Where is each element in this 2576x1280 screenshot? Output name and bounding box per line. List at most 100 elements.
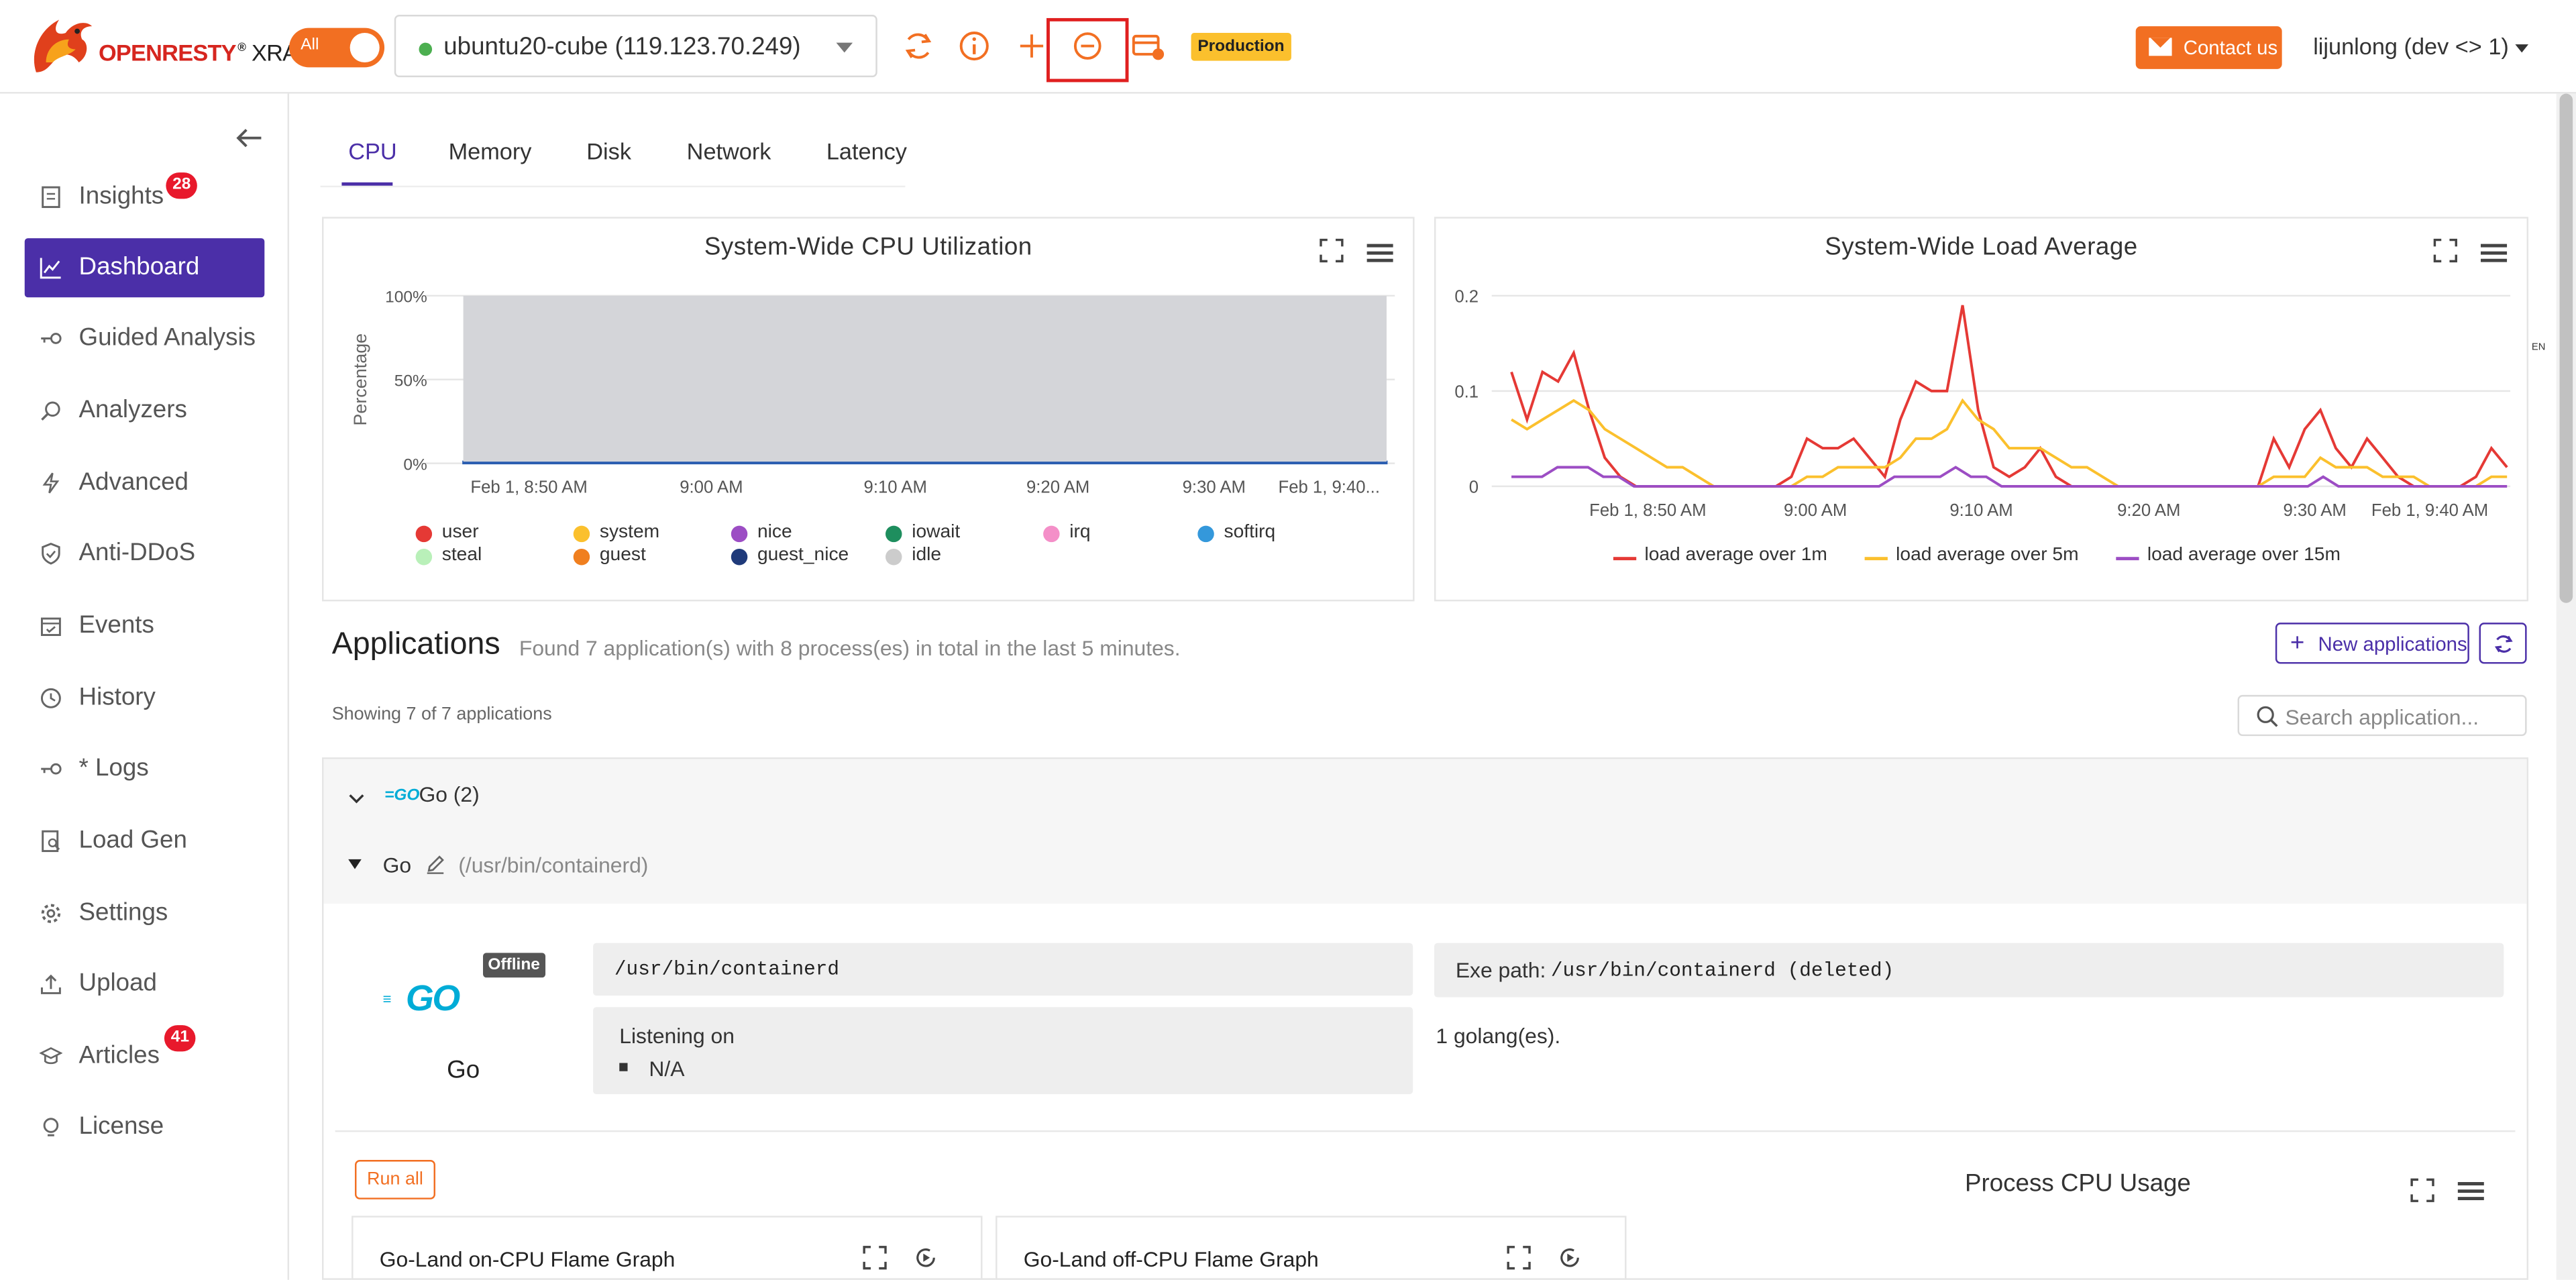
sidebar-item-events[interactable]: Events [25,596,265,655]
tab-disk[interactable]: Disk [586,138,631,164]
chevron-down-icon[interactable] [348,790,364,806]
go-gopher-icon: =GO [384,787,420,806]
user-menu[interactable]: lijunlong (dev <> 1) [2313,33,2529,59]
load-series-line [1510,305,2508,488]
info-icon[interactable] [955,26,994,66]
legend-marker-icon [731,525,748,543]
logo-wordmark: OPENRESTY [98,39,237,66]
active-tab-indicator [341,182,393,186]
app-root: OPENRESTY ® XRAY All ubuntu20-cube (119.1… [0,0,2576,1280]
sidebar-item-advanced[interactable]: Advanced [25,454,265,513]
sidebar-item-label: Articles [78,1041,160,1070]
legend-label: load average over 1m [1644,545,1827,566]
run-all-button[interactable]: Run all [354,1159,435,1199]
sidebar-item-upload[interactable]: Upload [25,955,265,1014]
new-applications-label: New applications [2318,632,2467,656]
magnifier-icon [41,401,60,421]
caret-down-icon [2515,44,2529,52]
go-group-header[interactable]: =GO Go (2) Go (/usr/bin/containerd) [323,759,2527,904]
edit-pencil-icon[interactable] [425,854,445,874]
scrollbar-thumb[interactable] [2559,93,2573,603]
file-search-icon [42,830,60,853]
legend-marker-icon [415,525,433,543]
legend-label: idle [912,545,942,566]
search-application-input[interactable]: Search application... [2237,694,2527,737]
exe-path-box: Exe path: /usr/bin/containerd (deleted) [1434,943,2504,998]
fullscreen-icon[interactable] [863,1245,888,1270]
bolt-icon [42,472,60,494]
minus-circle-icon[interactable] [1068,26,1108,66]
page-scrollbar[interactable] [2556,93,2576,1280]
sidebar-item-label: Upload [78,969,157,998]
legend-label: guest [599,545,646,566]
all-toggle[interactable]: All [289,28,385,68]
cpu-series-idle [463,295,1387,462]
sidebar-item-guided-analysis[interactable]: Guided Analysis [25,309,265,368]
sidebar-item-label: Guided Analysis [78,323,256,352]
caret-down-icon[interactable] [348,859,362,869]
sidebar-item-license[interactable]: License [25,1098,265,1157]
sidebar-item-logs[interactable]: * Logs [25,739,265,798]
collapse-sidebar-icon[interactable] [235,127,264,150]
cpu-y-tick-label: 0% [403,456,427,474]
tab-cpu[interactable]: CPU [348,138,396,164]
insights-count-badge: 28 [166,172,198,199]
offline-badge: Offline [483,953,545,978]
load-average-card: System-Wide Load Average 0.2 0.1 0 Feb 1, … [1434,217,2529,602]
host-select[interactable]: ubuntu20-cube (119.123.70.249) [394,15,877,78]
gear-icon [41,904,61,923]
openresty-xray-logo[interactable]: OPENRESTY ® XRAY [23,7,311,83]
cpu-series-user [462,460,1388,465]
plus-icon[interactable] [1012,26,1052,66]
graduation-cap-icon [39,1047,63,1065]
sidebar-item-history[interactable]: History [25,669,265,728]
go-language-logo: ≡ GO [383,976,475,1022]
run-icon[interactable] [914,1245,938,1270]
flame-graph-title: Go-Land off-CPU Flame Graph [1023,1246,1319,1272]
sidebar-item-articles[interactable]: Articles 41 [25,1025,265,1086]
fullscreen-icon[interactable] [1507,1245,1532,1270]
cpu-x-tick-label: 9:20 AM [1026,478,1089,497]
sidebar-item-label: Load Gen [78,826,187,855]
load-line-chart: 0.2 0.1 0 Feb 1, 8:50 AM 9:00 AM 9:10 AM 9:20… [1454,288,2511,520]
tab-network[interactable]: Network [687,138,771,164]
sidebar-item-label: * Logs [78,754,149,782]
sidebar-item-label: Dashboard [78,253,200,281]
process-cpu-usage-title: Process CPU Usage [1965,1169,2191,1198]
toggle-label: All [301,36,319,54]
chart-menu-icon[interactable] [2457,1181,2484,1201]
key-icon [41,333,62,344]
contact-us-button[interactable]: Contact us [2135,26,2282,69]
billing-card-icon[interactable] [1128,26,1168,66]
document-icon [42,186,60,209]
sidebar-item-insights[interactable]: Insights 28 [25,168,265,227]
legend-marker-icon [885,548,902,566]
go-logo-text: GO [405,977,460,1019]
new-applications-button[interactable]: + New applications [2275,623,2469,664]
legend-label: user [441,522,479,543]
sidebar-item-analyzers[interactable]: Analyzers [25,381,265,440]
upload-icon [40,974,61,994]
fullscreen-icon[interactable] [2410,1178,2435,1203]
legend-marker-icon [885,525,902,543]
legend-label: nice [757,522,792,543]
go-group-label: Go (2) [419,782,480,807]
tab-memory[interactable]: Memory [449,138,532,164]
refresh-icon[interactable] [899,26,938,66]
tab-latency[interactable]: Latency [826,138,907,164]
section-divider [335,1130,2516,1132]
clock-icon [40,688,61,708]
process-name: Go [382,853,412,877]
sidebar-item-dashboard[interactable]: Dashboard [24,238,265,298]
sidebar-item-label: Insights [78,182,164,211]
legend-marker-icon [1043,525,1060,543]
sidebar-item-settings[interactable]: Settings [25,884,265,943]
run-icon[interactable] [1558,1245,1582,1270]
refresh-applications-button[interactable] [2479,623,2527,664]
sidebar-item-label: Advanced [78,468,189,496]
legend-marker-icon [415,548,433,566]
sidebar-item-load-gen[interactable]: Load Gen [25,812,265,871]
load-x-tick-label: 9:20 AM [2117,501,2180,520]
language-count: 1 golang(es). [1436,1023,1561,1049]
sidebar-item-anti-ddos[interactable]: Anti-DDoS [25,524,265,583]
